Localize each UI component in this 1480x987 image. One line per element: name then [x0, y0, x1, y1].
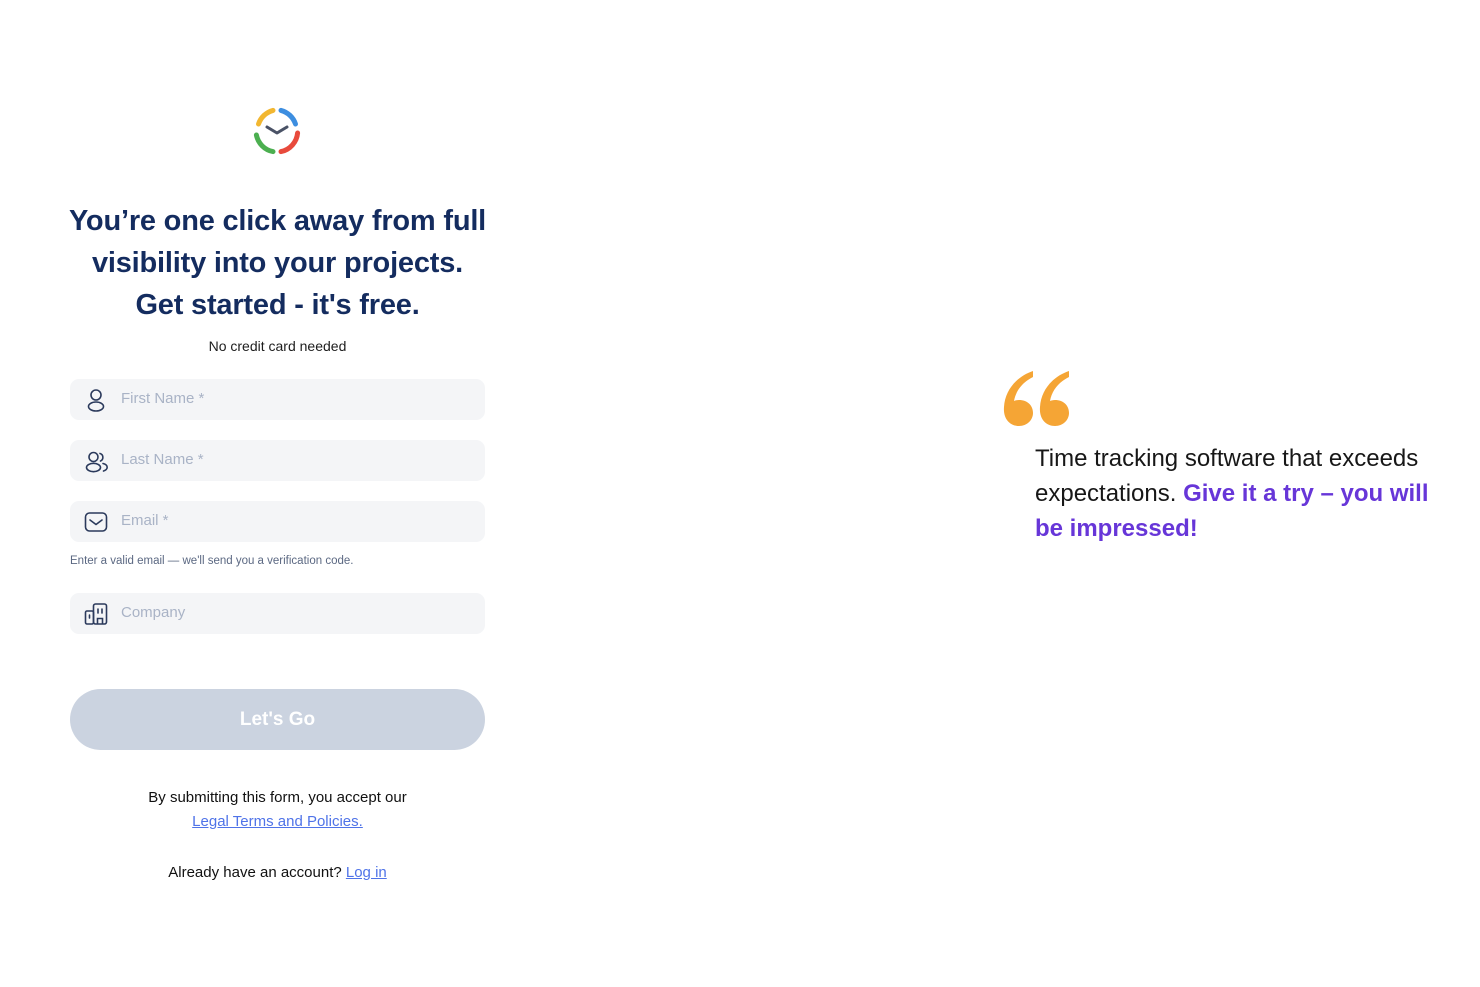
- email-input[interactable]: [121, 505, 461, 536]
- title-line-3: Get started - it's free.: [135, 289, 420, 321]
- lets-go-button[interactable]: Let's Go: [70, 689, 485, 750]
- email-hint: Enter a valid email — we'll send you a v…: [70, 555, 354, 567]
- company-input[interactable]: [121, 597, 461, 628]
- clock-ring-logo-icon: [253, 107, 301, 155]
- title-line-2: visibility into your projects.: [91, 247, 464, 279]
- no-credit-card-note: No credit card needed: [208, 338, 347, 354]
- mail-icon: [82, 508, 110, 536]
- login-text: Already have an account?: [168, 864, 342, 881]
- users-icon: [82, 447, 110, 475]
- legal-terms-link[interactable]: Legal Terms and Policies.: [192, 813, 363, 830]
- first-name-input[interactable]: [121, 383, 461, 414]
- testimonial-quote: Time tracking software that exceeds expe…: [1035, 441, 1435, 546]
- email-field[interactable]: [70, 501, 485, 542]
- first-name-field[interactable]: [70, 379, 485, 420]
- last-name-input[interactable]: [121, 444, 461, 475]
- login-prompt: Already have an account? Log in: [70, 864, 485, 881]
- user-icon: [82, 386, 110, 414]
- title-line-1: You’re one click away from full: [68, 205, 487, 237]
- last-name-field[interactable]: [70, 440, 485, 481]
- company-field[interactable]: [70, 593, 485, 634]
- page-title: You’re one click away from full visibili…: [60, 200, 495, 326]
- building-icon: [82, 600, 110, 628]
- legal-text: By submitting this form, you accept our: [148, 789, 407, 806]
- login-link[interactable]: Log in: [346, 864, 387, 881]
- quote-mark-icon: [1003, 371, 1069, 426]
- signup-page: You’re one click away from full visibili…: [0, 0, 1480, 987]
- legal-notice: By submitting this form, you accept our …: [70, 786, 485, 834]
